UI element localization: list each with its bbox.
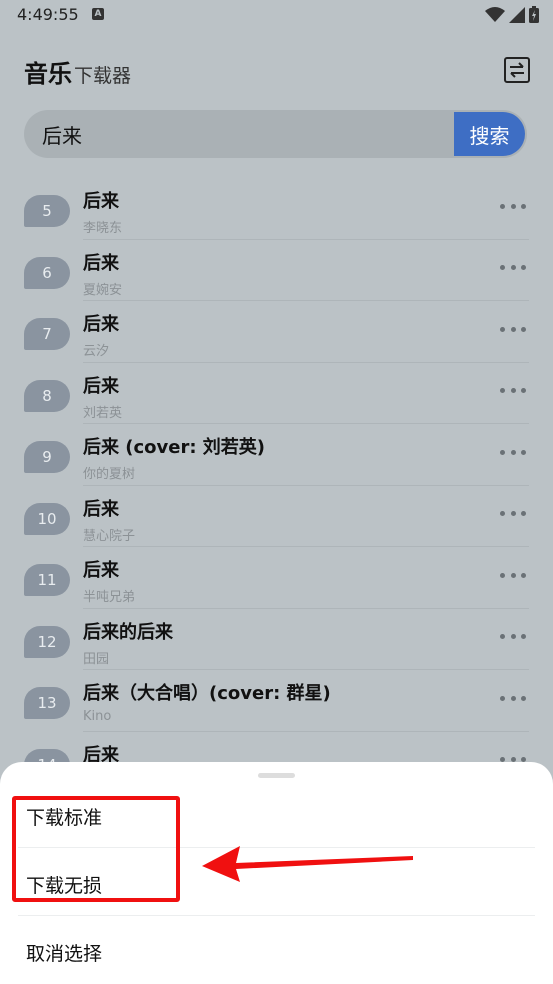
song-artist: 半吨兄弟 (83, 590, 136, 605)
swap-button[interactable] (504, 57, 530, 83)
song-row[interactable]: 11 后来半吨兄弟 (0, 547, 553, 609)
app-title: 音乐 下载器 (24, 54, 131, 89)
app-title-main: 音乐 (24, 60, 72, 88)
more-options-icon[interactable] (500, 262, 526, 274)
app-title-sub: 下载器 (74, 65, 132, 87)
result-list: 5 后来 李晓东 6 后来 夏婉安 7 后来 云汐 8 后来 刘若英 9 后来 (cover: 刘若英) 你… (0, 178, 553, 793)
song-index-badge: 6 (24, 256, 70, 289)
song-row[interactable]: 7 后来云汐 (0, 301, 553, 363)
song-artist: 云汐 (83, 344, 110, 359)
cancel-selection-option[interactable]: 取消选择 (26, 939, 102, 966)
song-artist: 李晓东 (83, 221, 123, 236)
song-title: 后来 (83, 375, 119, 397)
song-row[interactable]: 12 后来的后来田园 (0, 609, 553, 670)
song-index-badge: 13 (24, 687, 70, 719)
search-bar: 搜索 (24, 110, 527, 158)
wifi-icon (485, 6, 505, 22)
more-options-icon[interactable] (500, 323, 526, 335)
song-index-badge: 8 (24, 379, 70, 412)
status-bar: 4:49:55 A (0, 0, 553, 32)
song-artist: 慧心院子 (83, 528, 136, 544)
song-row[interactable]: 6 后来夏婉安 (0, 240, 553, 301)
song-index-badge: 5 (24, 195, 70, 227)
more-options-icon[interactable] (500, 446, 526, 458)
status-icons (485, 6, 539, 23)
song-title: 后来 (83, 498, 119, 520)
song-row[interactable]: 5 后来李晓东 (0, 178, 553, 240)
signal-icon (509, 6, 525, 23)
sheet-handle[interactable] (258, 773, 295, 778)
more-options-icon[interactable] (500, 631, 526, 643)
swap-icon (510, 62, 524, 78)
more-options-icon[interactable] (500, 569, 526, 581)
song-title: 后来 (83, 252, 119, 274)
song-index-badge: 9 (24, 441, 70, 473)
more-options-icon[interactable] (500, 385, 526, 397)
song-artist: 刘若英 (83, 405, 123, 421)
more-options-icon[interactable] (500, 200, 526, 212)
annotation-arrow-icon (202, 846, 413, 882)
song-row[interactable]: 9 后来 (cover: 刘若英) 你的夏树 (0, 424, 553, 486)
song-row[interactable]: 13 后来（大合唱）(cover: 群星) Kino (0, 670, 553, 732)
annotation-highlight-box (12, 796, 180, 902)
song-index-badge: 12 (24, 625, 70, 658)
song-index-badge: 7 (24, 318, 70, 350)
song-title: 后来 (83, 191, 119, 212)
song-artist: Kino (83, 709, 112, 724)
song-index-badge: 10 (24, 502, 70, 535)
song-row[interactable]: 10 后来慧心院子 (0, 486, 553, 547)
sheet-divider (18, 915, 535, 916)
more-options-icon[interactable] (500, 692, 526, 704)
song-title: 后来（大合唱）(cover: 群星) (83, 683, 331, 704)
song-title: 后来 (83, 560, 119, 581)
song-index-badge: 11 (24, 564, 70, 596)
status-time: 4:49:55 (17, 5, 79, 24)
song-title: 后来的后来 (83, 621, 173, 643)
search-input[interactable] (42, 110, 452, 158)
song-artist: 你的夏树 (83, 467, 136, 482)
song-title: 后来 (83, 314, 119, 335)
song-title: 后来 (cover: 刘若英) (83, 437, 266, 458)
song-artist: 夏婉安 (83, 282, 123, 298)
more-options-icon[interactable] (500, 508, 526, 520)
search-button[interactable]: 搜索 (454, 112, 525, 156)
notification-icon: A (92, 8, 104, 20)
battery-icon (529, 6, 539, 23)
song-artist: 田园 (83, 651, 110, 667)
song-row[interactable]: 8 后来刘若英 (0, 363, 553, 424)
